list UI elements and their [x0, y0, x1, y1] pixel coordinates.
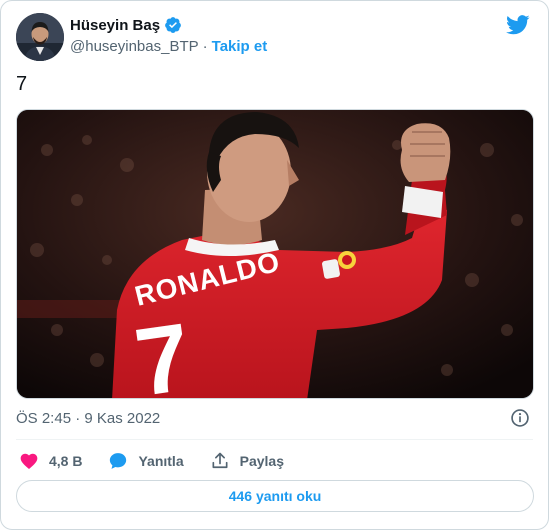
tweet-actions: 4,8 B Yanıtla Paylaş — [19, 451, 310, 471]
share-button[interactable]: Paylaş — [210, 451, 284, 471]
tweet-timestamp[interactable]: ÖS 2:45 · 9 Kas 2022 — [16, 410, 160, 427]
speech-bubble-icon — [110, 453, 127, 469]
heart-icon — [20, 453, 38, 469]
verified-badge-icon — [165, 17, 181, 33]
divider — [16, 439, 533, 440]
reply-button[interactable]: Yanıtla — [108, 451, 184, 471]
author-handle[interactable]: @huseyinbas_BTP — [70, 38, 199, 55]
share-upload-icon — [212, 452, 228, 469]
info-icon[interactable] — [510, 408, 530, 428]
like-button[interactable]: 4,8 B — [19, 451, 82, 471]
share-label: Paylaş — [239, 453, 284, 469]
like-count: 4,8 B — [49, 453, 83, 469]
author-name[interactable]: Hüseyin Baş — [70, 17, 160, 34]
reply-label: Yanıtla — [138, 453, 184, 469]
twitter-bird-icon[interactable] — [506, 15, 530, 35]
author-handle-row: @huseyinbas_BTP · Takip et — [70, 38, 267, 55]
tweet-card: Hüseyin Baş @huseyinbas_BTP · Takip et 7 — [0, 0, 549, 530]
avatar[interactable] — [16, 13, 64, 61]
tweet-image[interactable]: RONALDO 7 — [16, 109, 534, 399]
tweet-text: 7 — [16, 73, 28, 95]
read-replies-button[interactable]: 446 yanıtı oku — [16, 480, 534, 512]
follow-button[interactable]: Takip et — [212, 38, 268, 55]
author-name-row: Hüseyin Baş — [70, 16, 182, 34]
separator-dot: · — [202, 38, 208, 55]
